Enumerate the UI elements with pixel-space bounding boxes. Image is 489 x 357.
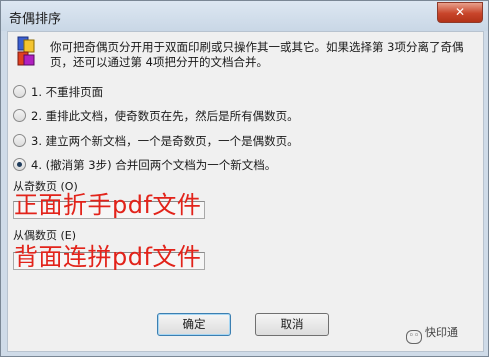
option-label: 1. 不重排页面 <box>31 85 104 99</box>
option-label: 2. 重排此文档，使奇数页在先，然后是所有偶数页。 <box>31 109 299 123</box>
odd-pages-annotation: 正面折手pdf文件 <box>14 191 202 219</box>
window-title: 奇偶排序 <box>9 12 62 27</box>
option-label: 3. 建立两个新文档，一个是奇数页，一个是偶数页。 <box>31 134 299 148</box>
close-button[interactable]: ✕ <box>437 2 483 23</box>
intro-text: 你可把奇偶页分开用于双面印刷或只操作其一或其它。如果选择第 3项分离了奇偶页，还… <box>50 40 464 69</box>
wechat-icon: ◦◦ <box>406 330 422 344</box>
watermark-text: 快印通 <box>425 326 458 339</box>
title-bar: 奇偶排序 ✕ <box>1 1 488 31</box>
even-pages-label: 从偶数页 (E) <box>13 229 77 242</box>
watermark: ◦◦ 快印通 <box>406 324 458 344</box>
odd-even-pages-icon <box>17 36 35 66</box>
ok-button[interactable]: 确定 <box>157 313 231 336</box>
radio-button[interactable] <box>13 109 26 122</box>
radio-button-selected[interactable] <box>13 158 26 171</box>
close-icon: ✕ <box>454 5 466 19</box>
cancel-button[interactable]: 取消 <box>255 313 329 336</box>
even-pages-annotation: 背面连拼pdf文件 <box>14 243 202 271</box>
radio-button[interactable] <box>13 134 26 147</box>
option-label: 4. (撤消第 3步) 合并回两个文档为一个新文档。 <box>31 158 277 172</box>
radio-button[interactable] <box>13 85 26 98</box>
